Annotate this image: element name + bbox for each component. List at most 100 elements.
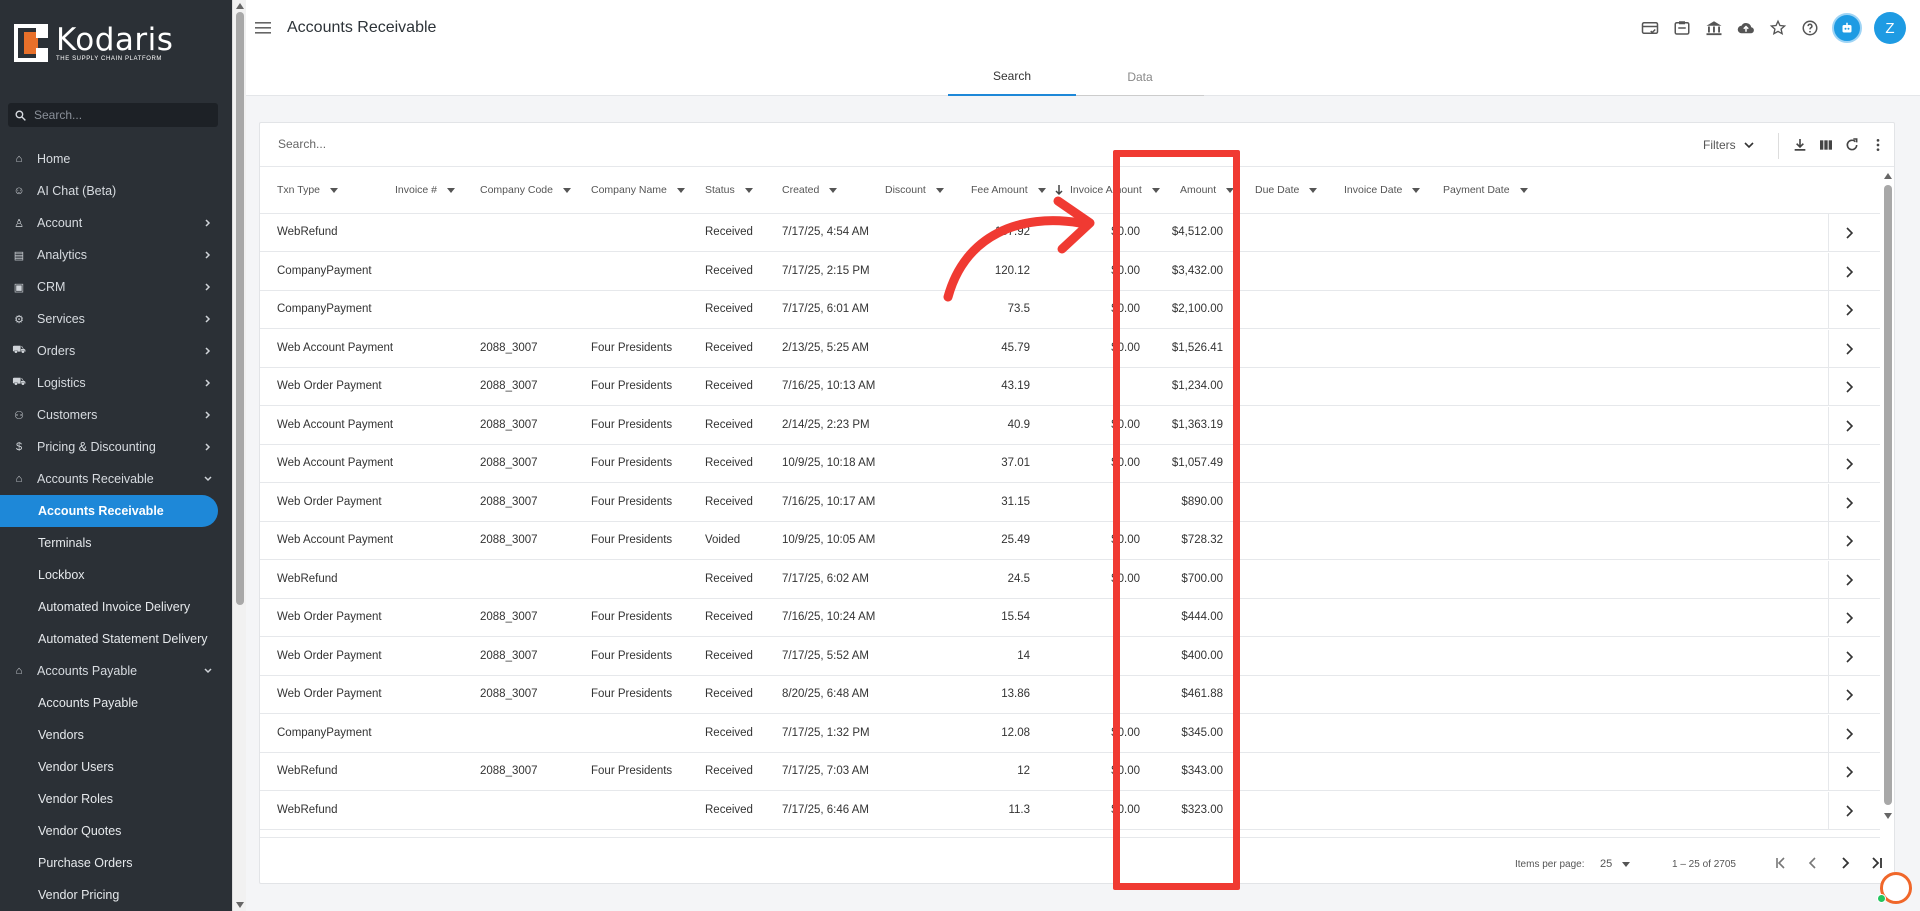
column-menu-icon[interactable] [562, 187, 571, 193]
table-row[interactable]: Web Account Payment 2088_3007 Four Preside… [260, 522, 1880, 560]
table-row[interactable]: CompanyPayment Received 7/17/25, 1:32 PM 12… [260, 714, 1880, 753]
column-header[interactable]: Due Date [1255, 167, 1318, 213]
sidebar-subitem[interactable]: Vendor Roles [0, 783, 232, 815]
grid-search-input[interactable] [278, 137, 678, 151]
refresh-icon[interactable] [1843, 136, 1861, 154]
first-page-icon[interactable] [1774, 856, 1788, 870]
table-row[interactable]: WebRefund 2088_3007 Four Presidents Receive… [260, 753, 1880, 791]
chevron-right-icon[interactable] [1845, 573, 1853, 586]
column-menu-icon[interactable] [330, 187, 338, 193]
chevron-right-icon[interactable] [1845, 304, 1853, 316]
table-row[interactable]: Web Order Payment 2088_3007 Four President… [260, 599, 1880, 637]
sidebar-subitem[interactable]: Vendor Pricing [0, 879, 232, 911]
sidebar-item-5[interactable]: ⚙ Services [0, 303, 232, 335]
column-header[interactable]: Invoice Date [1344, 167, 1421, 213]
sidebar-subitem[interactable]: Automated Statement Delivery [0, 623, 232, 655]
chevron-right-icon[interactable] [1845, 381, 1853, 393]
tab-data[interactable]: Data [1076, 58, 1204, 96]
sidebar-item-0[interactable]: ⌂ Home [0, 143, 232, 175]
tab-search[interactable]: Search [948, 58, 1076, 96]
column-header[interactable]: Payment Date [1443, 167, 1528, 213]
sidebar-subitem[interactable]: Lockbox [0, 559, 232, 591]
download-icon[interactable] [1791, 136, 1809, 154]
sidebar-scrollbar[interactable] [232, 0, 246, 911]
column-header[interactable]: Created [782, 167, 838, 213]
table-scrollbar[interactable] [1882, 169, 1894, 823]
table-row[interactable]: WebRefund Received 7/17/25, 6:02 AM 24.5 $0.… [260, 560, 1880, 599]
sidebar-subitem[interactable]: Accounts Receivable [0, 495, 218, 527]
sidebar-subitem[interactable]: Terminals [0, 527, 232, 559]
column-menu-icon[interactable] [1309, 187, 1318, 193]
kodaris-logo[interactable]: Kodaris THE SUPPLY CHAIN PLATFORM [14, 24, 173, 62]
sidebar-item-9[interactable]: $ Pricing & Discounting [0, 431, 232, 463]
table-row[interactable]: Web Order Payment 2088_3007 Four President… [260, 483, 1880, 522]
sidebar-item-2[interactable]: ♙ Account [0, 207, 232, 239]
chevron-right-icon[interactable] [1845, 458, 1853, 470]
sidebar-subitem[interactable]: Vendor Users [0, 751, 232, 783]
chevron-right-icon[interactable] [1845, 342, 1853, 355]
sidebar-item-7[interactable]: ⛟ Logistics [0, 367, 232, 399]
chevron-right-icon[interactable] [1845, 612, 1853, 624]
table-row[interactable]: Web Order Payment 2088_3007 Four President… [260, 676, 1880, 714]
columns-icon[interactable] [1817, 136, 1835, 154]
table-row[interactable]: Web Order Payment 2088_3007 Four President… [260, 637, 1880, 676]
chevron-right-icon[interactable] [1845, 727, 1853, 740]
chevron-right-icon[interactable] [1845, 804, 1853, 817]
table-row[interactable]: Web Account Payment 2088_3007 Four Preside… [260, 329, 1880, 368]
table-row[interactable]: Web Account Payment 2088_3007 Four Preside… [260, 445, 1880, 483]
sidebar-subitem[interactable]: Purchase Orders [0, 847, 232, 879]
sidebar-item-1[interactable]: ☺ AI Chat (Beta) [0, 175, 232, 207]
cloud-upload-icon[interactable] [1736, 18, 1756, 38]
sidebar-subitem[interactable]: Vendors [0, 719, 232, 751]
table-row[interactable]: Web Order Payment 2088_3007 Four President… [260, 368, 1880, 406]
star-icon[interactable] [1768, 18, 1788, 38]
column-menu-icon[interactable] [676, 187, 685, 193]
column-menu-icon[interactable] [829, 187, 838, 193]
sidebar-section-accounts-payable[interactable]: ⌂ Accounts Payable [0, 655, 232, 687]
user-avatar[interactable]: Z [1874, 12, 1906, 44]
filters-button[interactable]: Filters [1703, 138, 1754, 152]
previous-page-icon[interactable] [1806, 856, 1820, 870]
column-header[interactable]: Invoice # [395, 167, 456, 213]
sidebar-subitem[interactable]: Vendor Quotes [0, 815, 232, 847]
column-header[interactable]: Status [705, 167, 753, 213]
sidebar-subitem[interactable]: Automated Invoice Delivery [0, 591, 232, 623]
column-header[interactable]: Txn Type [277, 167, 338, 213]
more-vert-icon[interactable] [1869, 136, 1887, 154]
column-menu-icon[interactable] [447, 187, 456, 193]
clipboard-box-icon[interactable] [1672, 18, 1692, 38]
chevron-right-icon[interactable] [1845, 227, 1853, 239]
chevron-right-icon[interactable] [1845, 535, 1853, 547]
credit-card-check-icon[interactable] [1640, 18, 1660, 38]
chevron-right-icon[interactable] [1845, 496, 1853, 509]
chevron-right-icon[interactable] [1845, 689, 1853, 701]
column-menu-icon[interactable] [1037, 187, 1046, 193]
next-page-icon[interactable] [1838, 856, 1852, 870]
chevron-right-icon[interactable] [1845, 419, 1853, 432]
chevron-right-icon[interactable] [1845, 766, 1853, 778]
sidebar-item-8[interactable]: ⚇ Customers [0, 399, 232, 431]
sidebar-item-6[interactable]: ⛟ Orders [0, 335, 232, 367]
column-menu-icon[interactable] [744, 187, 753, 193]
sidebar-search-input[interactable] [34, 108, 204, 122]
chevron-right-icon[interactable] [1845, 650, 1853, 663]
bank-icon[interactable] [1704, 18, 1724, 38]
column-menu-icon[interactable] [935, 187, 944, 193]
hamburger-menu-icon[interactable] [255, 21, 271, 35]
column-header[interactable]: Company Code [480, 167, 571, 213]
robot-assistant-icon[interactable] [1832, 13, 1862, 43]
column-menu-icon[interactable] [1412, 187, 1421, 193]
sidebar-item-3[interactable]: ▤ Analytics [0, 239, 232, 271]
sidebar-item-4[interactable]: ▣ CRM [0, 271, 232, 303]
sidebar-subitem[interactable]: Accounts Payable [0, 687, 232, 719]
table-row[interactable]: WebRefund Received 7/17/25, 6:46 AM 11.3 $0.… [260, 791, 1880, 830]
table-row[interactable]: Web Account Payment 2088_3007 Four Preside… [260, 406, 1880, 445]
support-chat-icon[interactable] [1877, 872, 1912, 904]
items-per-page-select[interactable]: 25 [1600, 858, 1631, 870]
sidebar-section-accounts-receivable[interactable]: ⌂ Accounts Receivable [0, 463, 232, 495]
column-header[interactable]: Company Name [591, 167, 685, 213]
column-menu-icon[interactable] [1519, 187, 1528, 193]
chevron-right-icon[interactable] [1845, 265, 1853, 278]
last-page-icon[interactable] [1870, 856, 1884, 870]
help-icon[interactable] [1800, 18, 1820, 38]
